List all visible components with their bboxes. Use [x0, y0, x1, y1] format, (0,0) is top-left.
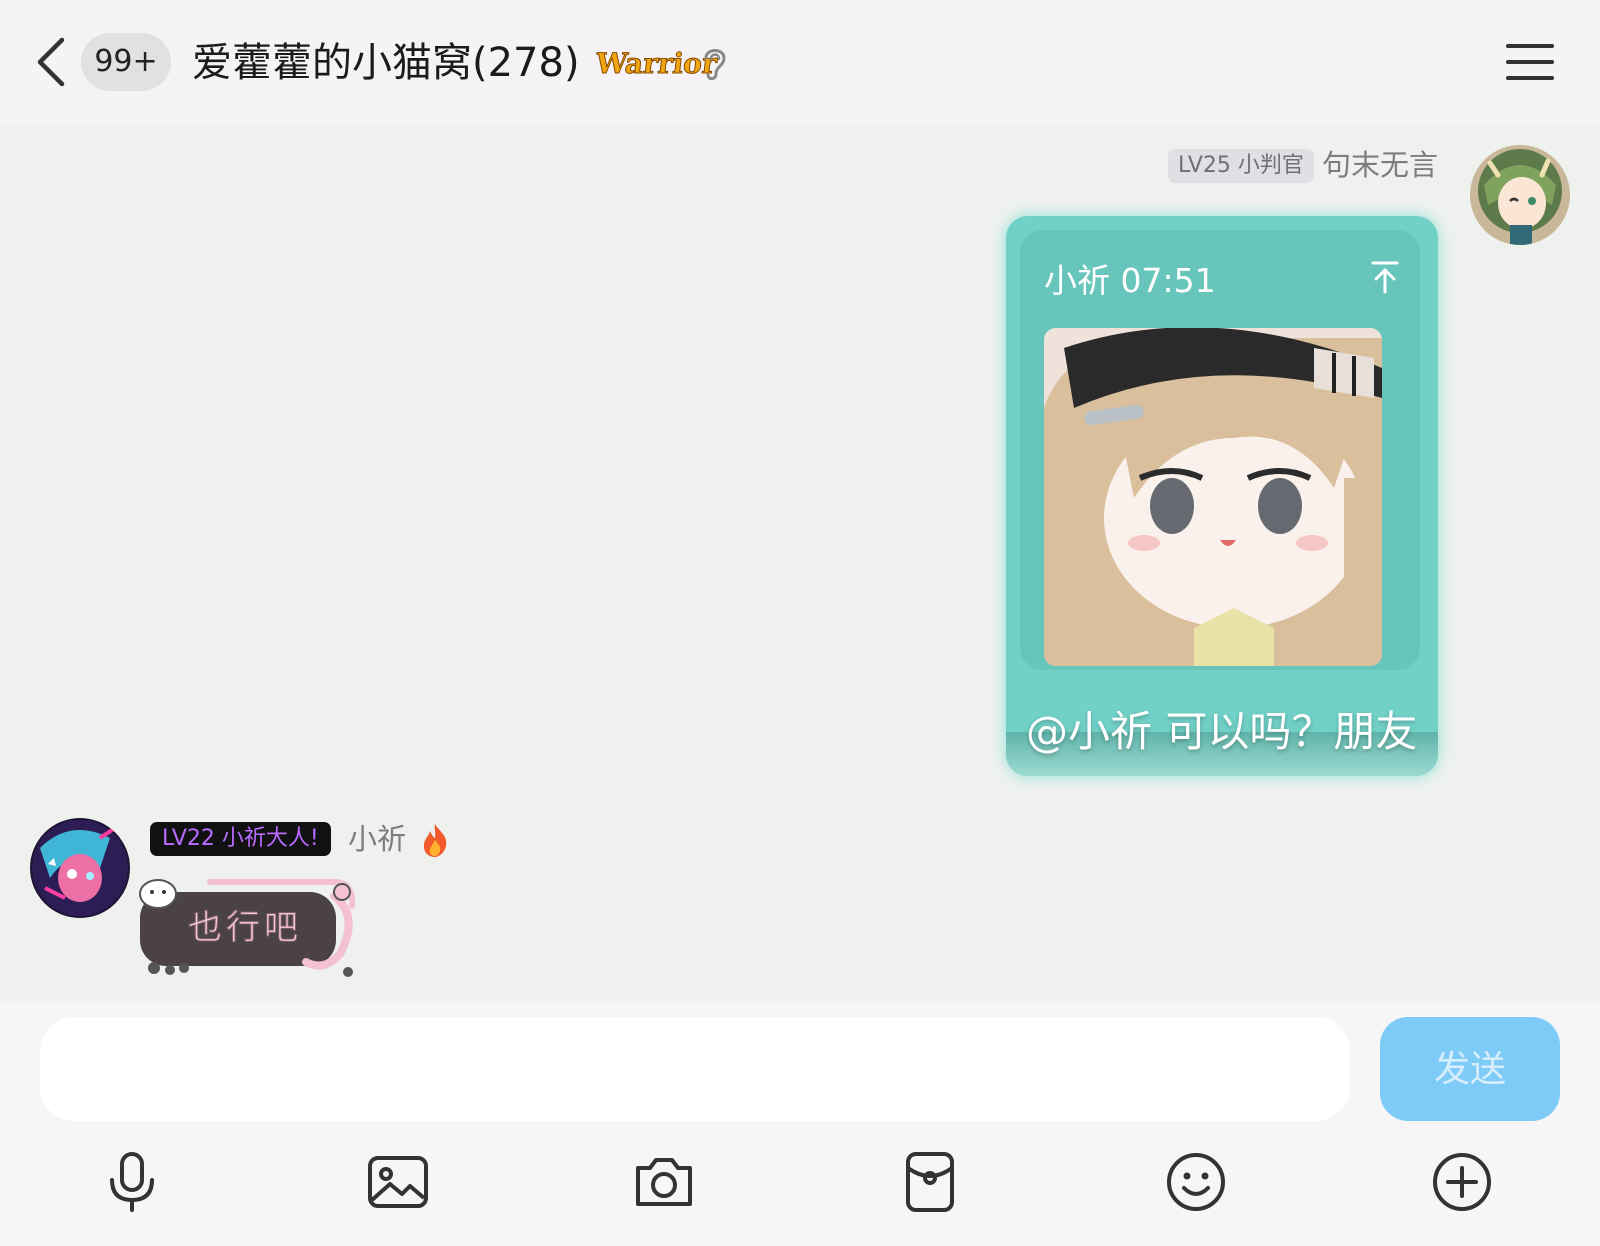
camera-icon[interactable]: [632, 1150, 696, 1214]
back-arrow-icon[interactable]: [30, 34, 70, 90]
avatar[interactable]: [30, 818, 130, 918]
sticker-text: 也行吧: [188, 908, 302, 949]
red-packet-icon[interactable]: [898, 1150, 962, 1214]
message-text: @小祈 可以吗？朋友: [1026, 707, 1418, 756]
message-bubble[interactable]: 小祈 07:51 @小祈 可以吗？朋友: [1006, 216, 1438, 776]
message-input[interactable]: [40, 1017, 1350, 1121]
sender-level-badge: LV25 小判官: [1168, 149, 1314, 183]
image-icon[interactable]: [366, 1150, 430, 1214]
sender-name[interactable]: 小祈: [348, 818, 406, 860]
emoji-icon[interactable]: [1164, 1150, 1228, 1214]
group-title[interactable]: 爱藿藿的小猫窝(278): [192, 36, 580, 90]
chat-header: 99+ 爱藿藿的小猫窝(278) Warrior: [0, 0, 1600, 125]
quoted-message[interactable]: 小祈 07:51: [1020, 230, 1420, 670]
unread-count-badge[interactable]: 99+: [81, 33, 171, 91]
ear-icon[interactable]: [700, 44, 730, 84]
quote-author-time: 小祈 07:51: [1044, 261, 1216, 300]
fire-icon: [423, 824, 447, 857]
send-button[interactable]: 发送: [1380, 1017, 1560, 1121]
jump-to-top-icon[interactable]: [1370, 260, 1400, 294]
sender-name[interactable]: 句末无言: [1322, 144, 1438, 186]
quoted-image[interactable]: [1044, 328, 1382, 666]
sender-level-badge: LV22 小祈大人!: [150, 822, 331, 856]
menu-icon[interactable]: [1506, 42, 1554, 82]
microphone-icon[interactable]: [100, 1150, 164, 1214]
add-icon[interactable]: [1430, 1150, 1494, 1214]
avatar[interactable]: [1470, 145, 1570, 245]
